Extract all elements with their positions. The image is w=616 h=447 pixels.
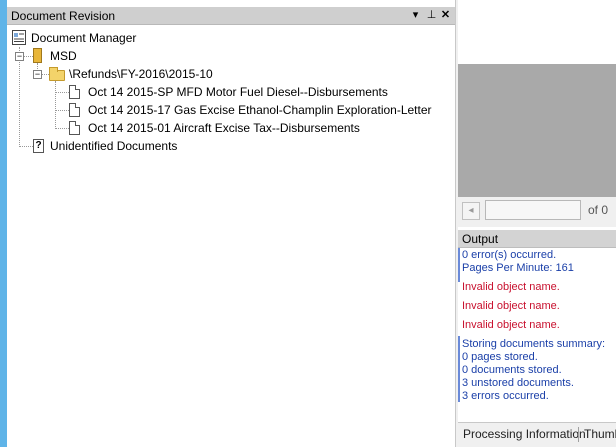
collapse-toggle[interactable]: − — [15, 52, 24, 61]
unknown-document-icon: ? — [33, 139, 44, 153]
page-viewer[interactable] — [458, 64, 616, 197]
tree-node-label: Document Manager — [31, 31, 137, 45]
log-line: 3 errors occurred. — [462, 390, 549, 402]
document-tree: Document Manager − MSD − \Refunds\FY-201… — [7, 27, 455, 447]
log-line: Storing documents summary: — [462, 338, 606, 350]
tab-separator — [578, 427, 579, 442]
tree-node-document[interactable]: Oct 14 2015-SP MFD Motor Fuel Diesel--Di… — [7, 83, 455, 101]
tree-node-label: Oct 14 2015-17 Gas Excise Ethanol-Champl… — [88, 103, 432, 117]
document-manager-icon — [12, 30, 26, 45]
output-title: Output — [462, 232, 499, 246]
cabinet-icon — [33, 48, 42, 63]
document-icon — [69, 121, 80, 135]
document-revision-panel: Document Revision ▾ ⊥ ✕ Document Manager — [7, 0, 455, 447]
output-log: 0 error(s) occurred. Pages Per Minute: 1… — [458, 248, 616, 420]
tab-thumbnails[interactable]: Thumb — [584, 427, 616, 441]
panel-titlebar: Document Revision ▾ ⊥ ✕ — [7, 7, 455, 25]
tree-node-label: Unidentified Documents — [50, 139, 178, 153]
tree-node-unidentified[interactable]: ? Unidentified Documents — [7, 137, 455, 155]
tree-node-document[interactable]: Oct 14 2015-01 Aircraft Excise Tax--Disb… — [7, 119, 455, 137]
output-titlebar: Output — [458, 230, 616, 248]
tree-node-document[interactable]: Oct 14 2015-17 Gas Excise Ethanol-Champl… — [7, 101, 455, 119]
viewer-header-area — [458, 0, 616, 64]
log-error-line: Invalid object name. — [462, 300, 560, 312]
log-line: 3 unstored documents. — [462, 377, 574, 389]
window-edge-strip — [0, 0, 7, 447]
pin-icon[interactable]: ⊥ — [425, 8, 438, 23]
previous-page-button[interactable]: ◂ — [462, 202, 480, 220]
tree-node-document-manager[interactable]: Document Manager — [7, 29, 455, 47]
page-count-label: of 0 — [588, 203, 609, 217]
panel-title: Document Revision — [11, 9, 116, 23]
log-group-marker — [458, 248, 460, 282]
document-icon — [69, 103, 80, 117]
log-error-line: Invalid object name. — [462, 319, 560, 331]
log-group-marker — [458, 336, 460, 402]
log-line: Pages Per Minute: 161 — [462, 262, 574, 274]
folder-icon — [49, 67, 65, 81]
tree-node-label: Oct 14 2015-01 Aircraft Excise Tax--Disb… — [88, 121, 360, 135]
log-line: 0 error(s) occurred. — [462, 249, 557, 261]
log-line: 0 pages stored. — [462, 351, 538, 363]
page-navigation-bar: ◂ of 0 — [458, 197, 616, 227]
collapse-toggle[interactable]: − — [33, 70, 42, 79]
document-icon — [69, 85, 80, 99]
tab-processing-information[interactable]: Processing Information — [463, 427, 586, 441]
tree-node-msd[interactable]: − MSD — [7, 47, 455, 65]
log-line: 0 documents stored. — [462, 364, 562, 376]
right-panel: ◂ of 0 Output 0 error(s) occurred. Pages… — [458, 0, 616, 447]
bottom-tab-strip: Processing Information Thumb — [458, 422, 616, 447]
close-icon[interactable]: ✕ — [439, 8, 452, 23]
log-error-line: Invalid object name. — [462, 281, 560, 293]
page-number-input[interactable] — [485, 200, 581, 220]
tree-node-label: MSD — [50, 49, 77, 63]
tree-node-folder[interactable]: − \Refunds\FY-2016\2015-10 — [7, 65, 455, 83]
tree-node-label: \Refunds\FY-2016\2015-10 — [69, 67, 213, 81]
dropdown-arrow-icon[interactable]: ▾ — [409, 8, 422, 23]
tree-node-label: Oct 14 2015-SP MFD Motor Fuel Diesel--Di… — [88, 85, 388, 99]
